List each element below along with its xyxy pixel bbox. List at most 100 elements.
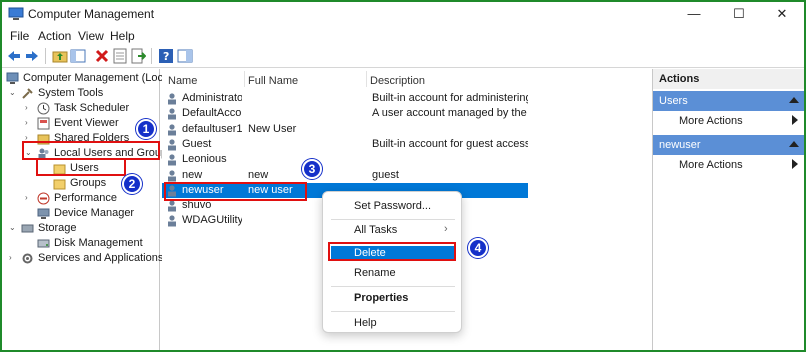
console-tree: Computer Management (Local) ⌄ System Too… <box>2 69 175 350</box>
back-arrow-icon[interactable] <box>6 48 22 64</box>
computer-management-window: Computer Management — ☐ ✕ File Action Vi… <box>2 2 804 350</box>
user-icon <box>168 215 176 227</box>
collapse-up-icon[interactable] <box>789 97 799 103</box>
user-icon <box>168 123 176 136</box>
chevron-right-icon[interactable]: › <box>25 103 28 112</box>
show-hide-tree-icon[interactable] <box>70 48 86 64</box>
cell-desc: Built-in account for guest access t... <box>372 137 528 150</box>
column-header-description[interactable]: Description <box>370 75 425 87</box>
properties-sheet-icon[interactable] <box>112 48 128 64</box>
submenu-arrow-icon[interactable] <box>792 159 798 169</box>
tree-label: System Tools <box>38 87 104 99</box>
menu-rename[interactable]: Rename <box>354 267 396 279</box>
tree-label: Storage <box>38 222 77 234</box>
cell-name: Leonious <box>182 153 227 166</box>
chevron-down-icon[interactable]: ⌄ <box>9 88 16 97</box>
forward-arrow-icon[interactable] <box>24 48 40 64</box>
column-header-full-name[interactable]: Full Name <box>248 75 298 87</box>
tree-label: Disk Management <box>54 237 143 249</box>
tree-label: Groups <box>70 177 107 189</box>
menu-set-password[interactable]: Set Password... <box>354 200 431 212</box>
step-badge-4: 4 <box>468 238 488 258</box>
user-icon <box>168 139 176 151</box>
user-icon <box>168 108 176 120</box>
menu-separator <box>331 219 455 220</box>
computer-management-icon <box>8 7 24 20</box>
clock-icon <box>37 102 50 115</box>
event-viewer-icon <box>37 117 50 130</box>
step-badge-2: 2 <box>122 174 142 194</box>
cell-name: DefaultAcco... <box>182 107 242 120</box>
column-header-name[interactable]: Name <box>168 75 197 87</box>
highlight-delete-item <box>328 242 456 261</box>
disk-icon <box>37 239 50 248</box>
tree-label: Event Viewer <box>54 117 119 129</box>
cell-name: new <box>182 168 203 181</box>
menu-file[interactable]: File <box>10 29 29 43</box>
menu-view[interactable]: View <box>78 29 104 43</box>
title-bar: Computer Management — ☐ ✕ <box>2 2 804 26</box>
table-row[interactable]: new new guest <box>162 168 528 183</box>
user-icon <box>168 200 176 212</box>
chevron-right-icon[interactable]: › <box>9 253 12 262</box>
table-row[interactable]: Leonious <box>162 152 528 167</box>
cell-name: WDAGUtility... <box>182 214 242 227</box>
context-menu: Set Password... All Tasks › Delete Renam… <box>322 191 462 333</box>
table-row[interactable]: Administrator Built-in account for admini… <box>162 91 528 106</box>
menu-help[interactable]: Help <box>354 317 377 329</box>
step-badge-3: 3 <box>302 159 322 179</box>
maximize-button[interactable]: ☐ <box>717 2 761 26</box>
cell-full: New User <box>248 122 297 135</box>
svg-text:?: ? <box>163 50 169 63</box>
minimize-button[interactable]: — <box>672 2 716 26</box>
menu-separator <box>331 311 455 312</box>
more-actions-newuser[interactable]: More Actions <box>679 159 743 171</box>
menu-help[interactable]: Help <box>110 29 135 43</box>
up-folder-icon[interactable] <box>52 48 68 64</box>
collapse-up-icon[interactable] <box>789 141 799 147</box>
storage-icon <box>21 224 34 233</box>
menu-separator <box>331 286 455 287</box>
chevron-down-icon[interactable]: ⌄ <box>9 223 16 232</box>
view-pane-icon[interactable] <box>177 48 193 64</box>
toolbar: ? <box>2 44 804 68</box>
services-icon <box>22 253 33 264</box>
cell-name: Administrator <box>182 92 242 104</box>
help-icon[interactable]: ? <box>158 48 174 64</box>
menu-action[interactable]: Action <box>38 29 71 43</box>
user-icon <box>168 93 176 105</box>
tree-label: Device Manager <box>54 207 135 219</box>
actions-section-newuser[interactable]: newuser <box>653 135 804 155</box>
tree-label: Task Scheduler <box>54 102 130 114</box>
column-divider[interactable] <box>244 71 245 87</box>
section-label: newuser <box>659 139 701 151</box>
table-row[interactable]: DefaultAcco... A user account managed by … <box>162 106 528 121</box>
tree-label: Services and Applications <box>38 252 164 264</box>
menu-all-tasks[interactable]: All Tasks <box>354 224 397 236</box>
folder-icon <box>53 179 66 190</box>
submenu-arrow-icon: › <box>444 223 448 235</box>
toolbar-separator <box>45 48 46 64</box>
cell-desc: guest <box>372 168 399 181</box>
performance-icon <box>37 192 50 205</box>
step-badge-1: 1 <box>136 119 156 139</box>
toolbar-separator <box>151 48 152 64</box>
export-list-icon[interactable] <box>130 48 146 64</box>
chevron-right-icon[interactable]: › <box>25 193 28 202</box>
more-actions-users[interactable]: More Actions <box>679 115 743 127</box>
table-row[interactable]: defaultuser1... New User <box>162 122 528 137</box>
column-divider[interactable] <box>366 71 367 87</box>
menu-properties[interactable]: Properties <box>354 292 408 304</box>
delete-x-icon[interactable] <box>94 48 110 64</box>
highlight-newuser-row <box>164 182 307 201</box>
actions-pane: Actions Users More Actions newuser More … <box>652 69 804 350</box>
submenu-arrow-icon[interactable] <box>792 115 798 125</box>
cell-desc: Built-in account for administering ... <box>372 92 528 104</box>
tree-label: Computer Management (Local) <box>23 72 176 84</box>
menu-bar: File Action View Help <box>2 26 804 44</box>
highlight-users-folder <box>36 158 126 176</box>
actions-section-users[interactable]: Users <box>653 91 804 111</box>
table-row[interactable]: Guest Built-in account for guest access t… <box>162 137 528 152</box>
close-button[interactable]: ✕ <box>760 2 804 26</box>
chevron-right-icon[interactable]: › <box>25 118 28 127</box>
